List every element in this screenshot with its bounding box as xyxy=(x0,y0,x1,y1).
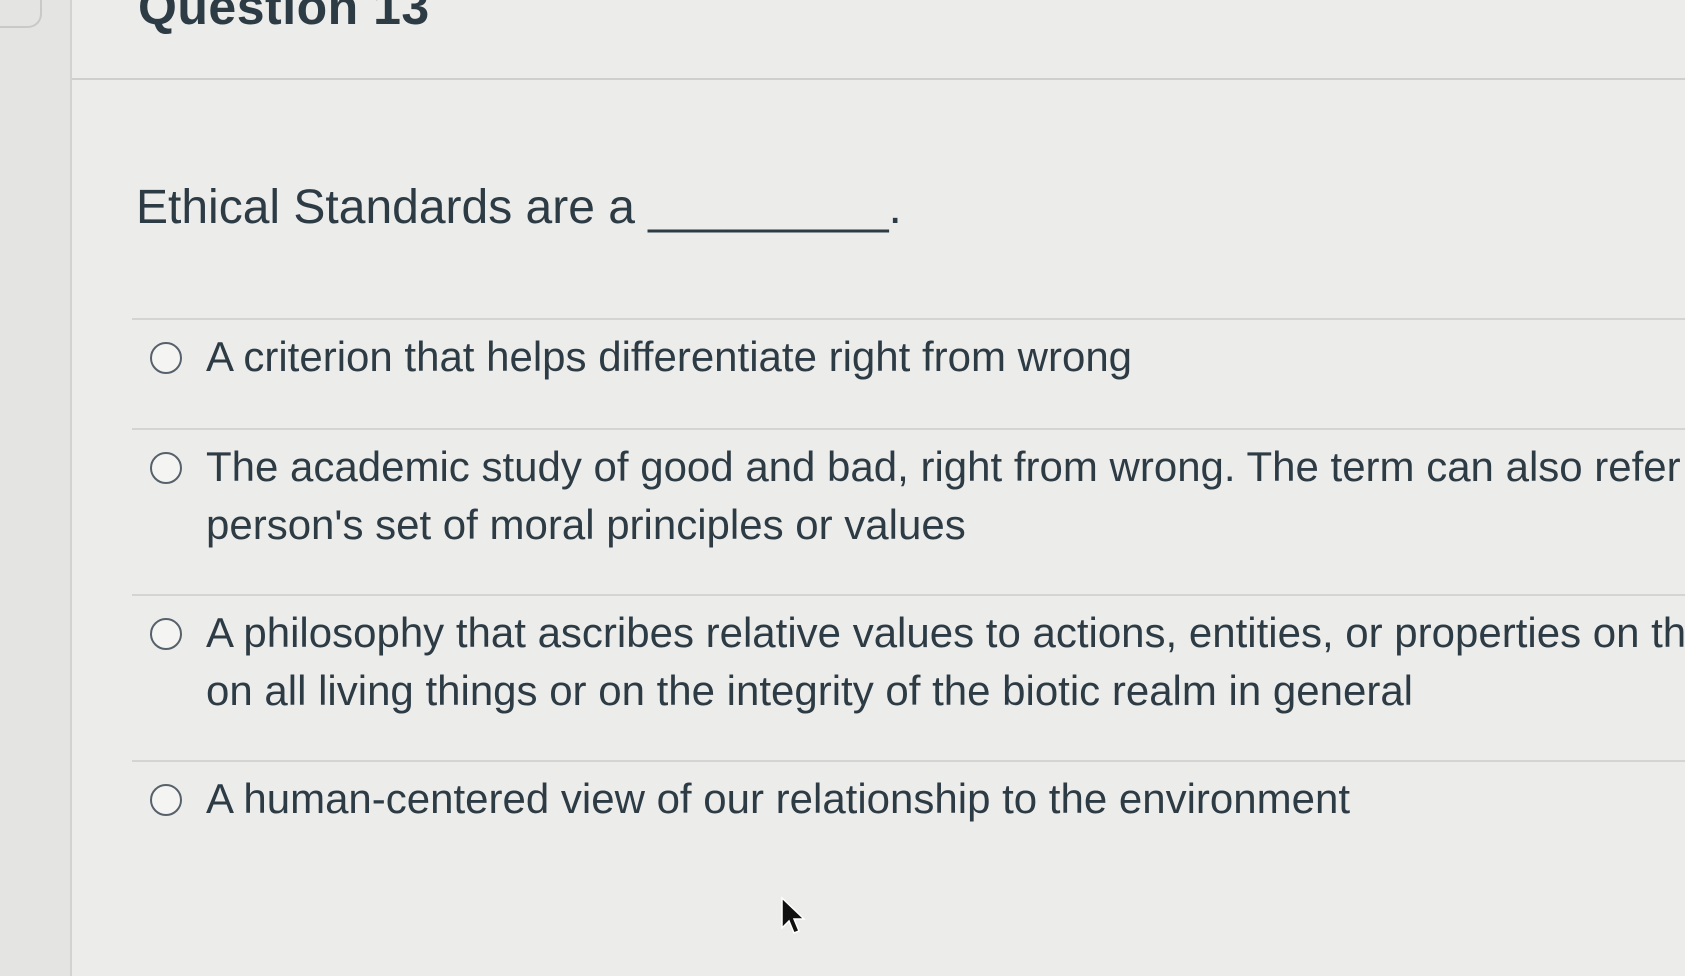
answer-option-text: A criterion that helps differentiate rig… xyxy=(206,333,1133,380)
answer-option-text-line1: The academic study of good and bad, righ… xyxy=(206,443,1681,490)
question-title: Question 13 xyxy=(138,0,430,35)
question-card: Question 13 Ethical Standards are a ____… xyxy=(72,0,1685,976)
radio-button-icon[interactable] xyxy=(150,618,182,650)
answer-option-1[interactable]: A criterion that helps differentiate rig… xyxy=(150,328,1685,386)
mouse-pointer-icon xyxy=(781,896,806,934)
answer-option-label: A philosophy that ascribes relative valu… xyxy=(206,604,1685,720)
radio-button-icon[interactable] xyxy=(150,452,182,484)
question-prompt: Ethical Standards are a _________. xyxy=(136,181,902,234)
answer-divider xyxy=(132,760,1685,762)
answer-option-label: A human-centered view of our relationshi… xyxy=(206,770,1350,828)
answer-option-text-line1: A philosophy that ascribes relative valu… xyxy=(206,609,1685,656)
answer-option-label: The academic study of good and bad, righ… xyxy=(206,438,1681,554)
answer-option-text-line2: on all living things or on the integrity… xyxy=(206,667,1414,714)
radio-button-icon[interactable] xyxy=(150,784,182,816)
answer-option-text-line2: person's set of moral principles or valu… xyxy=(206,501,966,548)
answer-divider xyxy=(132,318,1685,320)
answer-option-label: A criterion that helps differentiate rig… xyxy=(206,328,1132,386)
radio-button-icon[interactable] xyxy=(150,342,182,374)
answer-divider xyxy=(132,594,1685,596)
question-header: Question 13 xyxy=(72,0,1685,80)
left-gutter xyxy=(0,0,72,976)
flag-question-icon[interactable] xyxy=(0,0,42,28)
answer-option-3[interactable]: A philosophy that ascribes relative valu… xyxy=(150,604,1685,720)
answer-option-2[interactable]: The academic study of good and bad, righ… xyxy=(150,438,1685,554)
answer-divider xyxy=(132,428,1685,430)
answer-option-4[interactable]: A human-centered view of our relationshi… xyxy=(150,770,1685,828)
answer-option-text: A human-centered view of our relationshi… xyxy=(206,775,1350,822)
